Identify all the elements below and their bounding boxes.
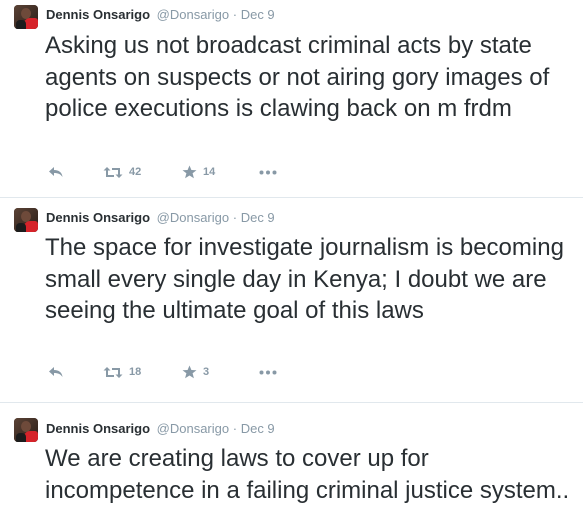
avatar-body bbox=[16, 223, 26, 232]
favorite-count: 14 bbox=[203, 166, 216, 178]
tweet-text: We are creating laws to cover up for inc… bbox=[45, 445, 570, 504]
reply-button[interactable] bbox=[48, 164, 64, 180]
separator-dot: · bbox=[232, 421, 238, 436]
star-icon bbox=[182, 165, 197, 179]
separator-dot: · bbox=[232, 210, 238, 225]
author-name[interactable]: Dennis Onsarigo bbox=[46, 7, 150, 22]
author-name[interactable]: Dennis Onsarigo bbox=[46, 210, 150, 225]
favorite-button[interactable]: 3 bbox=[182, 364, 209, 380]
avatar-red-accent bbox=[24, 431, 38, 442]
retweet-icon bbox=[103, 366, 123, 378]
tweet-date[interactable]: Dec 9 bbox=[241, 210, 275, 225]
tweet-header: Dennis Onsarigo @Donsarigo · Dec 9 bbox=[46, 7, 275, 22]
retweet-icon bbox=[103, 166, 123, 178]
more-dots-icon bbox=[259, 170, 277, 174]
favorite-count: 3 bbox=[203, 366, 210, 378]
tweet-header: Dennis Onsarigo @Donsarigo · Dec 9 bbox=[46, 421, 275, 436]
avatar-body bbox=[16, 20, 26, 29]
retweet-button[interactable]: 42 bbox=[103, 164, 141, 180]
favorite-button[interactable]: 14 bbox=[182, 164, 215, 180]
reply-button[interactable] bbox=[48, 364, 64, 380]
reply-icon bbox=[49, 167, 63, 177]
retweet-button[interactable]: 18 bbox=[103, 364, 141, 380]
avatar[interactable] bbox=[14, 208, 38, 232]
author-handle[interactable]: @Donsarigo bbox=[157, 7, 229, 22]
star-icon bbox=[182, 365, 197, 379]
author-handle[interactable]: @Donsarigo bbox=[157, 210, 229, 225]
tweet-date[interactable]: Dec 9 bbox=[241, 7, 275, 22]
tweet[interactable]: Dennis Onsarigo @Donsarigo · Dec 9 The s… bbox=[0, 198, 583, 403]
tweet-date[interactable]: Dec 9 bbox=[241, 421, 275, 436]
tweet[interactable]: Dennis Onsarigo @Donsarigo · Dec 9 Askin… bbox=[0, 0, 583, 198]
author-name[interactable]: Dennis Onsarigo bbox=[46, 421, 150, 436]
author-handle[interactable]: @Donsarigo bbox=[157, 421, 229, 436]
separator-dot: · bbox=[232, 7, 238, 22]
retweet-count: 18 bbox=[129, 366, 142, 378]
retweet-count: 42 bbox=[129, 166, 142, 178]
more-dots-icon bbox=[259, 370, 277, 374]
avatar[interactable] bbox=[14, 5, 38, 29]
avatar-red-accent bbox=[24, 18, 38, 29]
avatar-body bbox=[16, 433, 26, 442]
tweet[interactable]: Dennis Onsarigo @Donsarigo · Dec 9 We ar… bbox=[0, 403, 583, 531]
avatar[interactable] bbox=[14, 418, 38, 442]
avatar-red-accent bbox=[24, 221, 38, 232]
tweet-header: Dennis Onsarigo @Donsarigo · Dec 9 bbox=[46, 210, 275, 225]
tweet-text: The space for investigate journalism is … bbox=[45, 234, 564, 324]
reply-icon bbox=[49, 367, 63, 377]
more-button[interactable] bbox=[259, 364, 277, 380]
more-button[interactable] bbox=[259, 164, 277, 180]
tweet-text: Asking us not broadcast criminal acts by… bbox=[45, 32, 550, 122]
